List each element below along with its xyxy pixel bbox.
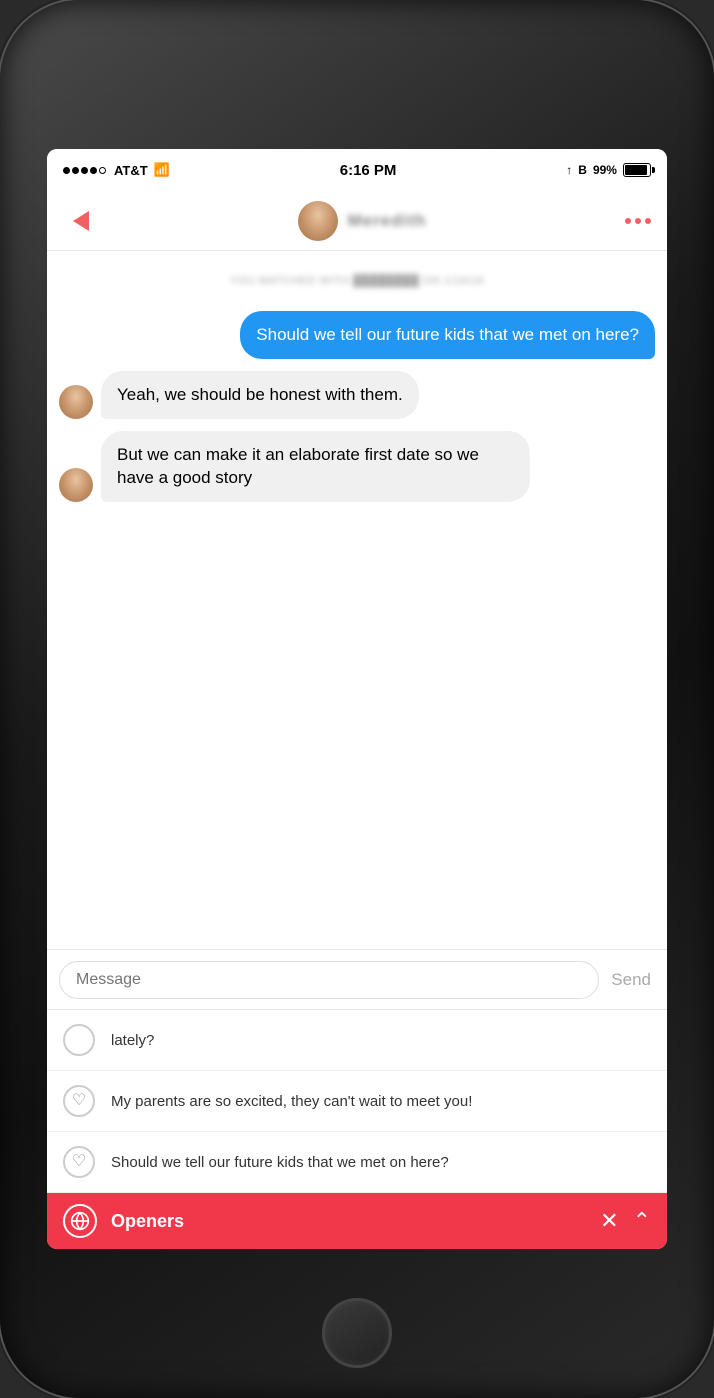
bluetooth-icon: B [578, 163, 587, 177]
more-menu-button[interactable] [625, 218, 651, 224]
back-button[interactable] [63, 203, 99, 239]
suggestion-text-2: Should we tell our future kids that we m… [111, 1152, 449, 1173]
send-button[interactable]: Send [607, 970, 655, 990]
match-notice: YOU MATCHED WITH ████████ ON 1/16/16 [59, 275, 655, 287]
suggestion-partial[interactable]: lately? [47, 1010, 667, 1071]
dot-2 [635, 218, 641, 224]
heart-icon-1: ♡ [72, 1093, 86, 1109]
contact-name[interactable]: Meredith [348, 211, 427, 231]
match-name-blurred: ████████ [353, 275, 423, 287]
signal-dot-2 [72, 167, 79, 174]
phone-screen: AT&T 📶 6:16 PM ↑ B 99% Mered [47, 149, 667, 1249]
sender-avatar-2 [59, 468, 93, 502]
avatar-image [298, 201, 338, 241]
wifi-icon: 📶 [154, 162, 170, 178]
signal-dot-1 [63, 167, 70, 174]
message-received-1: Yeah, we should be honest with them. [59, 371, 655, 419]
bubble-sent-1: Should we tell our future kids that we m… [240, 311, 655, 359]
message-input[interactable] [59, 961, 599, 999]
location-icon: ↑ [566, 163, 572, 177]
signal-dot-5 [99, 167, 106, 174]
openers-close-button[interactable]: ✕ [600, 1208, 618, 1234]
heart-icon-2: ♡ [72, 1154, 86, 1170]
message-sent-1: Should we tell our future kids that we m… [59, 311, 655, 359]
suggestion-item-1[interactable]: ♡ My parents are so excited, they can't … [47, 1071, 667, 1132]
battery-icon [623, 163, 651, 177]
input-area: Send [47, 949, 667, 1009]
home-button[interactable] [322, 1298, 392, 1368]
match-date: ON 1/16/16 [423, 275, 484, 287]
openers-chevron-button[interactable]: ⌃ [633, 1208, 651, 1234]
suggestion-text-0: lately? [111, 1032, 154, 1049]
chat-area: YOU MATCHED WITH ████████ ON 1/16/16 Sho… [47, 251, 667, 949]
openers-label: Openers [111, 1211, 586, 1232]
suggestion-icon-1: ♡ [63, 1085, 95, 1117]
suggestion-text-1: My parents are so excited, they can't wa… [111, 1091, 472, 1112]
sender-avatar-1 [59, 385, 93, 419]
chat-header: Meredith [47, 191, 667, 251]
status-right: ↑ B 99% [566, 163, 651, 177]
status-bar: AT&T 📶 6:16 PM ↑ B 99% [47, 149, 667, 191]
suggestions-area: lately? ♡ My parents are so excited, the… [47, 1009, 667, 1193]
battery-pct: 99% [593, 163, 617, 177]
globe-icon [63, 1204, 97, 1238]
battery-fill [625, 165, 647, 175]
bubble-received-2: But we can make it an elaborate first da… [101, 431, 530, 503]
phone-frame: AT&T 📶 6:16 PM ↑ B 99% Mered [0, 0, 714, 1398]
carrier-label: AT&T [114, 163, 148, 178]
openers-bar: Openers ✕ ⌃ [47, 1193, 667, 1249]
dot-1 [625, 218, 631, 224]
suggestion-item-2[interactable]: ♡ Should we tell our future kids that we… [47, 1132, 667, 1193]
avatar[interactable] [298, 201, 338, 241]
globe-svg [70, 1211, 90, 1231]
match-notice-text: YOU MATCHED WITH [230, 275, 350, 287]
suggestion-icon-0 [63, 1024, 95, 1056]
dot-3 [645, 218, 651, 224]
header-center: Meredith [298, 201, 427, 241]
message-received-2: But we can make it an elaborate first da… [59, 431, 655, 503]
back-arrow-icon [73, 211, 89, 231]
signal-dot-4 [90, 167, 97, 174]
signal-dot-3 [81, 167, 88, 174]
suggestion-icon-2: ♡ [63, 1146, 95, 1178]
status-left: AT&T 📶 [63, 162, 170, 178]
bubble-received-1: Yeah, we should be honest with them. [101, 371, 419, 419]
clock: 6:16 PM [340, 162, 397, 179]
